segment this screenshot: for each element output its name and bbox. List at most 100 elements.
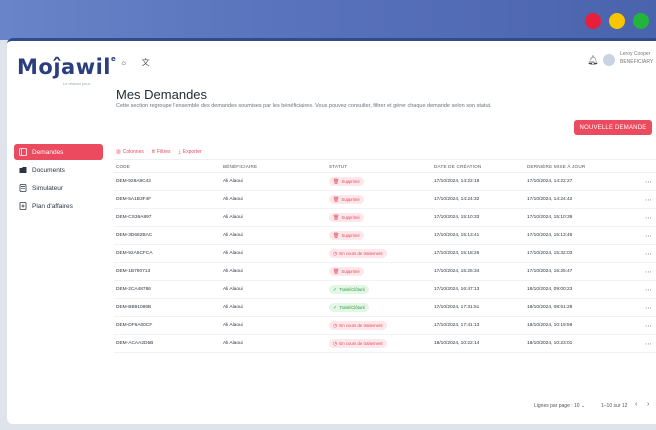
table-toolbar: ▥ Colonnes ⩸ Filtres ⤓ Exporter — [116, 149, 202, 155]
more-actions-icon[interactable]: ⋯ — [641, 322, 656, 330]
cell-updated: 17/10/2024, 15:10:39 — [527, 215, 573, 220]
translate-icon[interactable]: 文 — [142, 58, 150, 67]
more-actions-icon[interactable]: ⋯ — [641, 178, 656, 186]
table-row[interactable]: DEM-ACAA2D5B Ali Alaoui ◷ En cours de trait… — [114, 335, 656, 353]
sidebar-nav: Demandes Documents Simulateur Plan d'aff… — [14, 144, 103, 216]
cell-code: DEM-5A1B3F4F — [116, 197, 152, 202]
table-row[interactable]: DEM-5A1B3F4F Ali Alaoui 🗑 Supprimé 17/10/202… — [114, 191, 656, 209]
table-header: CODE BÉNÉFICIAIRE STATUT DATE DE CRÉATIO… — [114, 159, 656, 173]
more-actions-icon[interactable]: ⋯ — [641, 214, 656, 222]
user-name: Leroy Cooper — [620, 51, 651, 57]
table-row[interactable]: DEM-2CA48786 Ali Alaoui ✓ Traité/Clôturé 17/… — [114, 281, 656, 299]
table-row[interactable]: DEM-92A5CFCA Ali Alaoui ◷ En cours de trait… — [114, 245, 656, 263]
table-body: DEM-928A8C42 Ali Alaoui 🗑 Supprimé 17/10/202… — [114, 173, 656, 353]
check-circle-icon: ✓ — [333, 304, 338, 311]
cell-beneficiary: Ali Alaoui — [223, 197, 243, 202]
close-window-button[interactable] — [585, 13, 601, 29]
cell-status: ◷ En cours de traitement — [327, 249, 432, 258]
cell-status: 🗑 Supprimé — [327, 177, 432, 186]
cell-beneficiary: Ali Alaoui — [223, 305, 243, 310]
logo-tagline: Le réseau pour... — [63, 81, 94, 86]
column-header-status[interactable]: STATUT — [327, 164, 432, 169]
more-actions-icon[interactable]: ⋯ — [641, 268, 656, 276]
cell-status: ✓ Traité/Clôturé — [327, 285, 432, 294]
cell-code: DEM-928A8C42 — [116, 179, 151, 184]
previous-page-button[interactable]: ‹ — [635, 401, 637, 408]
cell-status: ◷ En cours de traitement — [327, 339, 432, 348]
more-actions-icon[interactable]: ⋯ — [641, 304, 656, 312]
cell-created: 17/10/2024, 16:47:13 — [434, 287, 480, 292]
check-circle-icon: ✓ — [333, 286, 338, 293]
pagination-range: 1–10 sur 12 — [601, 403, 628, 409]
table-row[interactable]: DEM-DF6A00CF Ali Alaoui ◷ En cours de trait… — [114, 317, 656, 335]
table-row[interactable]: DEM-BB91086B Ali Alaoui ✓ Traité/Clôturé 17/… — [114, 299, 656, 317]
more-actions-icon[interactable]: ⋯ — [641, 232, 656, 240]
folder-icon — [19, 166, 27, 174]
filters-button[interactable]: ⩸ Filtres — [152, 149, 171, 155]
list-icon — [19, 148, 27, 156]
cell-updated: 17/10/2024, 14:24:42 — [527, 197, 573, 202]
cell-updated: 17/10/2024, 15:25:47 — [527, 269, 573, 274]
document-icon — [19, 202, 27, 210]
sidebar-item-demandes[interactable]: Demandes — [14, 144, 103, 160]
cell-created: 17/10/2024, 14:24:32 — [434, 197, 480, 202]
status-badge: ✓ Traité/Clôturé — [329, 303, 370, 312]
cell-status: 🗑 Supprimé — [327, 195, 432, 204]
cell-created: 17/10/2024, 15:13:41 — [434, 233, 480, 238]
table-row[interactable]: DEM-1B790713 Ali Alaoui 🗑 Supprimé 17/10/202… — [114, 263, 656, 281]
column-header-updated[interactable]: DERNIÈRE MISE À JOUR — [525, 164, 641, 169]
columns-button[interactable]: ▥ Colonnes — [116, 149, 144, 155]
cell-status: 🗑 Supprimé — [327, 267, 432, 276]
cell-created: 17/10/2024, 15:10:33 — [434, 215, 480, 220]
maximize-window-button[interactable] — [633, 13, 649, 29]
status-badge: ◷ En cours de traitement — [329, 249, 387, 258]
user-role: BENEFICIARY — [620, 59, 654, 65]
status-badge: 🗑 Supprimé — [329, 231, 364, 240]
cell-created: 17/10/2024, 15:18:26 — [434, 251, 480, 256]
theme-toggle-icon[interactable]: ☼ — [120, 58, 127, 67]
cell-beneficiary: Ali Alaoui — [223, 287, 243, 292]
avatar[interactable] — [603, 54, 615, 66]
trash-icon: 🗑 — [333, 178, 340, 185]
cell-created: 17/10/2024, 15:25:34 — [434, 269, 480, 274]
more-actions-icon[interactable]: ⋯ — [641, 250, 656, 258]
sidebar-item-plan-affaires[interactable]: Plan d'affaires — [14, 198, 103, 214]
next-page-button[interactable]: › — [647, 401, 649, 408]
cell-code: DEM-CS36A897 — [116, 215, 152, 220]
sidebar-item-label: Plan d'affaires — [32, 202, 73, 210]
column-header-code[interactable]: CODE — [114, 164, 221, 169]
column-header-beneficiary[interactable]: BÉNÉFICIAIRE — [221, 164, 327, 169]
cell-beneficiary: Ali Alaoui — [223, 179, 243, 184]
minimize-window-button[interactable] — [609, 13, 625, 29]
table-row[interactable]: DEM-3D682BAC Ali Alaoui 🗑 Supprimé 17/10/202… — [114, 227, 656, 245]
new-request-button[interactable]: NOUVELLE DEMANDE — [574, 120, 652, 135]
cell-created: 18/10/2024, 10:22:14 — [434, 341, 480, 346]
table-row[interactable]: DEM-CS36A897 Ali Alaoui 🗑 Supprimé 17/10/202… — [114, 209, 656, 227]
rows-per-page[interactable]: Lignes par page : 10 ⌄ — [534, 403, 585, 409]
cell-updated: 18/10/2024, 09:00:23 — [527, 287, 573, 292]
page-description: Cette section regroupe l'ensemble des de… — [116, 103, 492, 109]
page-title: Mes Demandes — [116, 87, 208, 102]
cell-updated: 18/10/2024, 10:23:01 — [527, 341, 573, 346]
more-actions-icon[interactable]: ⋯ — [641, 340, 656, 348]
notification-bell-icon[interactable]: 🔔︎ — [587, 55, 598, 66]
requests-table: CODE BÉNÉFICIAIRE STATUT DATE DE CRÉATIO… — [114, 159, 656, 353]
more-actions-icon[interactable]: ⋯ — [641, 196, 656, 204]
sidebar-item-label: Demandes — [32, 148, 64, 156]
table-row[interactable]: DEM-928A8C42 Ali Alaoui 🗑 Supprimé 17/10/202… — [114, 173, 656, 191]
pagination: Lignes par page : 10 ⌄ 1–10 sur 12 ‹ › — [114, 399, 656, 415]
trash-icon: 🗑 — [333, 214, 340, 221]
trash-icon: 🗑 — [333, 268, 340, 275]
cell-code: DEM-1B790713 — [116, 269, 151, 274]
chevron-down-icon: ⌄ — [580, 403, 586, 409]
sidebar-item-documents[interactable]: Documents — [14, 162, 103, 178]
cell-code: DEM-BB91086B — [116, 305, 152, 310]
more-actions-icon[interactable]: ⋯ — [641, 286, 656, 294]
sidebar-item-simulateur[interactable]: Simulateur — [14, 180, 103, 196]
status-badge: 🗑 Supprimé — [329, 267, 364, 276]
column-header-created[interactable]: DATE DE CRÉATION — [432, 164, 525, 169]
cell-beneficiary: Ali Alaoui — [223, 215, 243, 220]
cell-code: DEM-DF6A00CF — [116, 323, 153, 328]
export-button[interactable]: ⤓ Exporter — [179, 149, 202, 155]
cell-status: ◷ En cours de traitement — [327, 321, 432, 330]
